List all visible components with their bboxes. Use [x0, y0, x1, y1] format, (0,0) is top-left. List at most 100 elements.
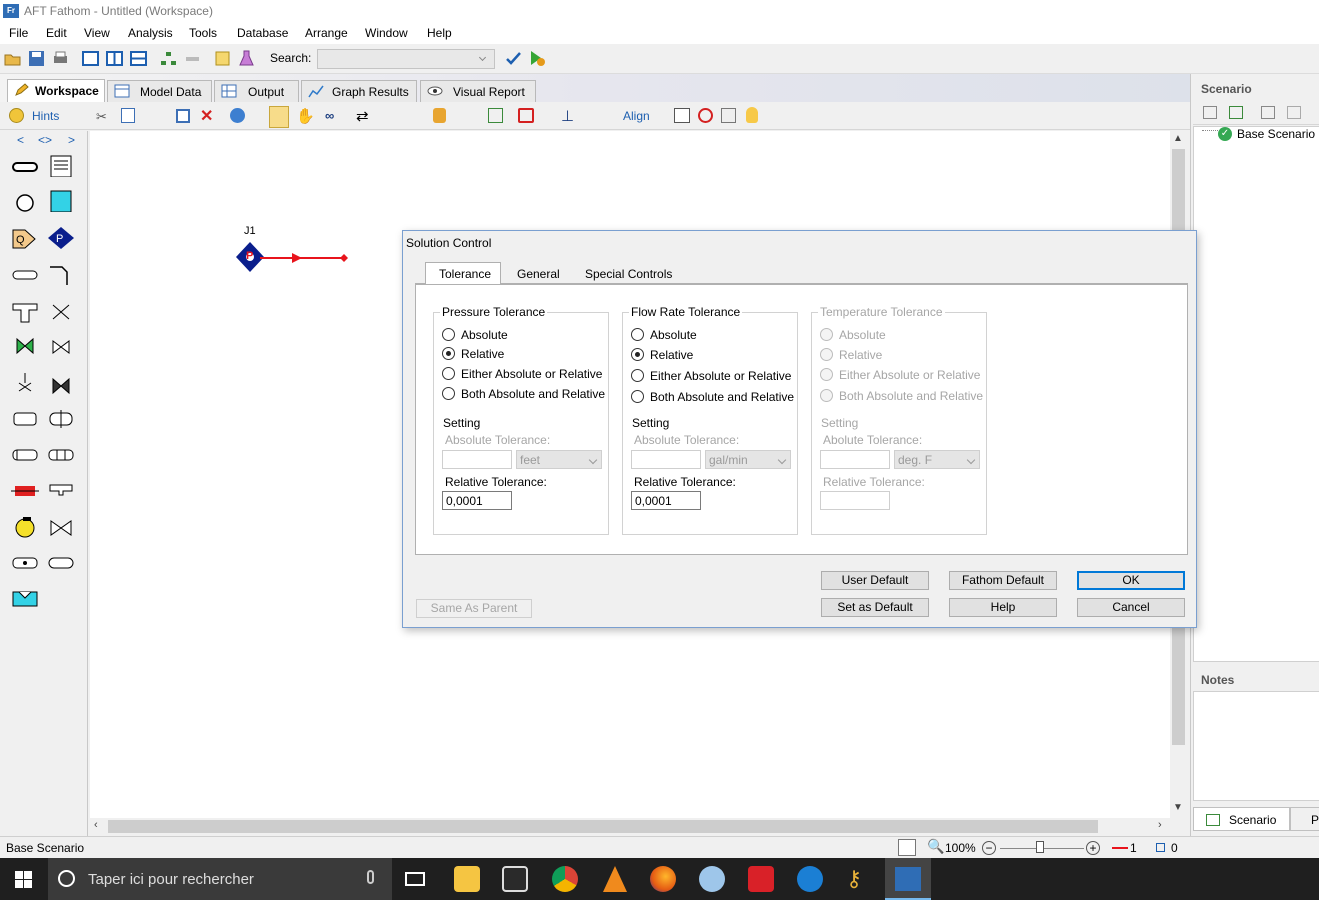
orifice-icon[interactable]: [11, 552, 39, 574]
checkmark-icon[interactable]: [505, 50, 522, 67]
pump-icon[interactable]: [11, 517, 39, 539]
horizontal-scrollbar[interactable]: ‹ ›: [90, 818, 1170, 835]
save-icon[interactable]: [28, 50, 45, 67]
tab-workspace[interactable]: Workspace: [7, 79, 105, 102]
delete-icon[interactable]: ✕: [200, 106, 213, 126]
flow-relative-input[interactable]: 0,0001: [631, 491, 701, 510]
relief-valve-icon[interactable]: [11, 371, 39, 393]
key-icon[interactable]: ⚷: [846, 866, 872, 892]
assigned-flow-icon[interactable]: Q: [11, 228, 39, 250]
run-icon[interactable]: [529, 50, 546, 67]
layout-horizontal-icon[interactable]: [130, 50, 147, 67]
search-input[interactable]: [317, 49, 495, 69]
pipe-p1[interactable]: [260, 251, 350, 265]
zoom-slider-thumb[interactable]: [1036, 841, 1044, 853]
control-valve-icon[interactable]: [47, 335, 75, 357]
screen-icon[interactable]: [47, 444, 75, 466]
acrobat-icon[interactable]: [748, 866, 774, 892]
swap-icon[interactable]: ⇄: [356, 107, 369, 125]
menu-view[interactable]: View: [84, 26, 110, 40]
assigned-pressure-icon[interactable]: P: [47, 227, 75, 249]
tee-icon[interactable]: [11, 301, 39, 323]
hints-button[interactable]: Hints: [32, 109, 59, 123]
help-button[interactable]: Help: [949, 598, 1057, 617]
hints-icon[interactable]: [9, 108, 24, 123]
chevron-down-icon[interactable]: ▼: [1173, 802, 1183, 813]
properties-icon[interactable]: [674, 108, 690, 123]
fathom-default-button[interactable]: Fathom Default: [949, 571, 1057, 590]
no-entry-icon[interactable]: [698, 108, 713, 123]
microphone-icon[interactable]: [367, 870, 374, 884]
bend-icon[interactable]: [47, 264, 75, 286]
aft-fathom-taskbar-button[interactable]: [885, 858, 931, 900]
annotation-icon[interactable]: [47, 155, 75, 177]
flask-icon[interactable]: [238, 50, 255, 67]
align-button[interactable]: Align: [623, 109, 650, 123]
heater-icon[interactable]: [11, 480, 39, 502]
menu-arrange[interactable]: Arrange: [305, 26, 348, 40]
chrome-icon[interactable]: [552, 866, 578, 892]
check-valve-icon[interactable]: [11, 335, 39, 357]
tab-visual-report[interactable]: Visual Report: [420, 80, 536, 102]
distribute-icon[interactable]: ⊥: [561, 107, 574, 125]
tank-icon[interactable]: [11, 588, 39, 610]
open-folder-icon[interactable]: [4, 50, 21, 67]
palette-prev[interactable]: <: [17, 133, 24, 147]
copy-icon[interactable]: [121, 108, 135, 123]
menu-edit[interactable]: Edit: [46, 26, 67, 40]
set-as-default-button[interactable]: Set as Default: [821, 598, 929, 617]
general-component-icon[interactable]: [47, 517, 75, 539]
scissors-icon[interactable]: ✂: [96, 109, 110, 124]
print-icon[interactable]: [52, 50, 69, 67]
checklist-icon[interactable]: [214, 50, 231, 67]
store-icon[interactable]: [502, 866, 528, 892]
lock-icon[interactable]: [433, 108, 446, 123]
menu-tools[interactable]: Tools: [189, 26, 217, 40]
pressure-unit-select[interactable]: feet: [516, 450, 602, 469]
heat-exchanger-icon[interactable]: [11, 444, 39, 466]
taskbar-search-box[interactable]: Taper ici pour rechercher: [48, 858, 392, 900]
pressure-relative-input[interactable]: 0,0001: [442, 491, 512, 510]
flow-unit-select[interactable]: gal/min: [705, 450, 791, 469]
fit-to-window-icon[interactable]: [898, 839, 916, 856]
tab-model-data[interactable]: Model Data: [107, 80, 212, 102]
scenario-item[interactable]: Base Scenario: [1237, 127, 1315, 141]
menu-window[interactable]: Window: [365, 26, 408, 40]
select-all-icon[interactable]: [176, 109, 190, 123]
pressure-absolute-input[interactable]: [442, 450, 512, 469]
horizontal-scroll-thumb[interactable]: [108, 820, 1098, 833]
globe-icon[interactable]: [230, 108, 245, 123]
scenario-list-icon[interactable]: [1261, 106, 1275, 119]
spray-nozzle-icon[interactable]: [47, 481, 75, 503]
pipe-draw-icon[interactable]: [518, 108, 534, 123]
dialog-tab-general[interactable]: General: [508, 263, 574, 284]
valve-actuated-icon[interactable]: [47, 373, 75, 395]
firefox-icon[interactable]: [650, 866, 676, 892]
network-view-icon[interactable]: [488, 108, 503, 123]
new-child-icon[interactable]: [1203, 106, 1217, 119]
scenario-tree-icon[interactable]: [1229, 106, 1243, 119]
windows-start-icon[interactable]: [15, 871, 32, 888]
hand-icon[interactable]: ✋: [296, 107, 315, 125]
zoom-out-button[interactable]: −: [982, 841, 996, 855]
zoom-in-button[interactable]: +: [1086, 841, 1100, 855]
vlc-icon[interactable]: [603, 866, 627, 892]
tab-graph-results[interactable]: Graph Results: [301, 80, 417, 102]
palette-toggle[interactable]: <>: [38, 133, 52, 147]
snipping-tool-icon[interactable]: [699, 866, 725, 892]
teamviewer-icon[interactable]: [797, 866, 823, 892]
network-icon[interactable]: [160, 50, 177, 67]
palette-next[interactable]: >: [68, 133, 75, 147]
venturi-icon[interactable]: [47, 552, 75, 574]
layout-vertical-icon[interactable]: [106, 50, 123, 67]
chevron-left-icon[interactable]: ‹: [94, 819, 98, 831]
binoculars-icon[interactable]: ∞: [325, 108, 334, 123]
scenario-delete-icon[interactable]: [1287, 106, 1301, 119]
tab-output[interactable]: Output: [214, 80, 299, 102]
area-change-icon[interactable]: [11, 264, 39, 286]
file-explorer-icon[interactable]: [454, 866, 480, 892]
volume-balance-icon[interactable]: [47, 408, 75, 430]
panel-tab-scenario[interactable]: Scenario: [1193, 807, 1290, 831]
menu-file[interactable]: File: [9, 26, 28, 40]
layers-icon[interactable]: [721, 108, 736, 123]
